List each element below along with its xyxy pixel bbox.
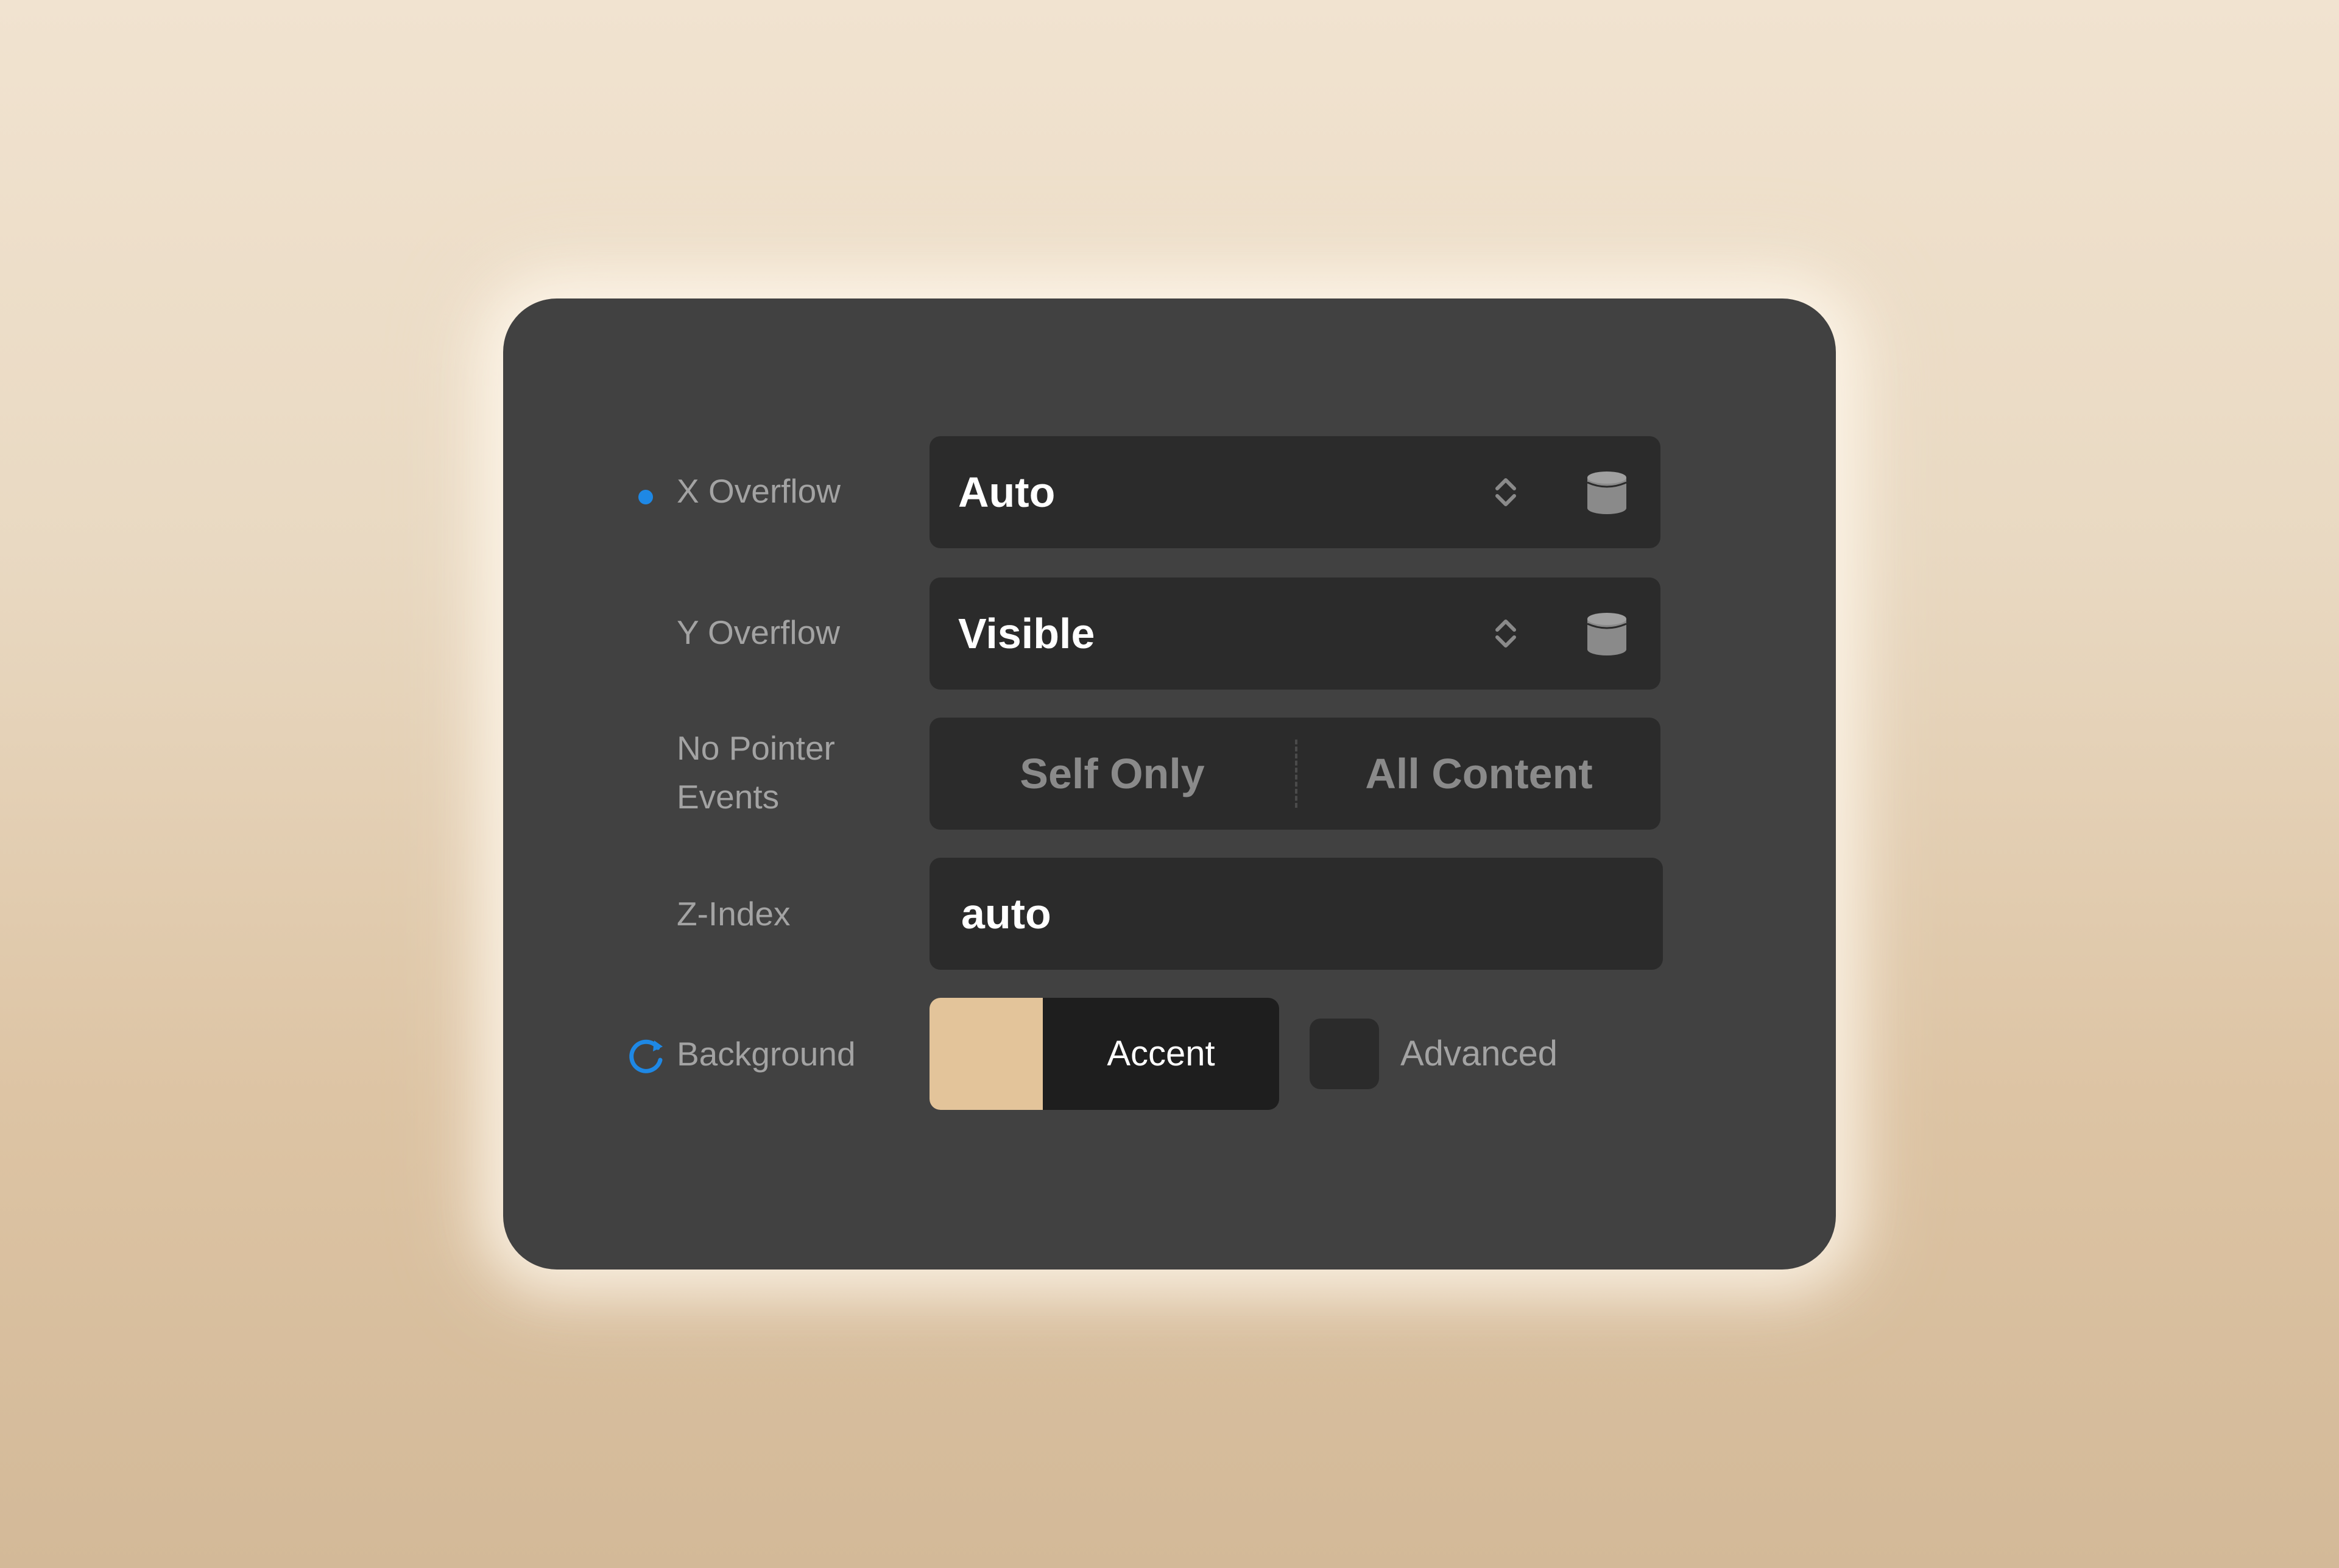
- database-icon[interactable]: [1584, 610, 1630, 657]
- sync-icon[interactable]: [626, 1036, 666, 1076]
- chevron-up-down-icon[interactable]: [1484, 612, 1528, 655]
- database-icon[interactable]: [1584, 469, 1630, 515]
- background-label: Background: [677, 1035, 856, 1073]
- advanced-checkbox[interactable]: [1310, 1019, 1379, 1089]
- x-overflow-label: X Overflow: [677, 472, 841, 510]
- x-overflow-value: Auto: [958, 468, 1056, 516]
- segment-all-content[interactable]: All Content: [1297, 718, 1660, 830]
- background-color-picker[interactable]: Accent: [930, 998, 1279, 1110]
- z-index-value: auto: [961, 890, 1051, 938]
- no-pointer-events-label: No Pointer Events: [677, 729, 835, 816]
- z-index-label: Z-Index: [677, 895, 791, 933]
- modified-indicator-dot: [638, 490, 653, 504]
- chevron-up-down-icon[interactable]: [1484, 470, 1528, 514]
- y-overflow-value: Visible: [958, 610, 1095, 657]
- segment-self-only[interactable]: Self Only: [930, 718, 1295, 830]
- x-overflow-select[interactable]: Auto: [930, 436, 1660, 548]
- y-overflow-label: Y Overflow: [677, 613, 840, 651]
- swatch-name-label[interactable]: Accent: [1043, 998, 1279, 1110]
- y-overflow-select[interactable]: Visible: [930, 577, 1660, 690]
- advanced-label[interactable]: Advanced: [1400, 1029, 1558, 1078]
- z-index-input[interactable]: auto: [930, 858, 1663, 970]
- color-swatch[interactable]: [930, 998, 1043, 1110]
- no-pointer-events-segmented-control: Self Only All Content: [930, 718, 1660, 830]
